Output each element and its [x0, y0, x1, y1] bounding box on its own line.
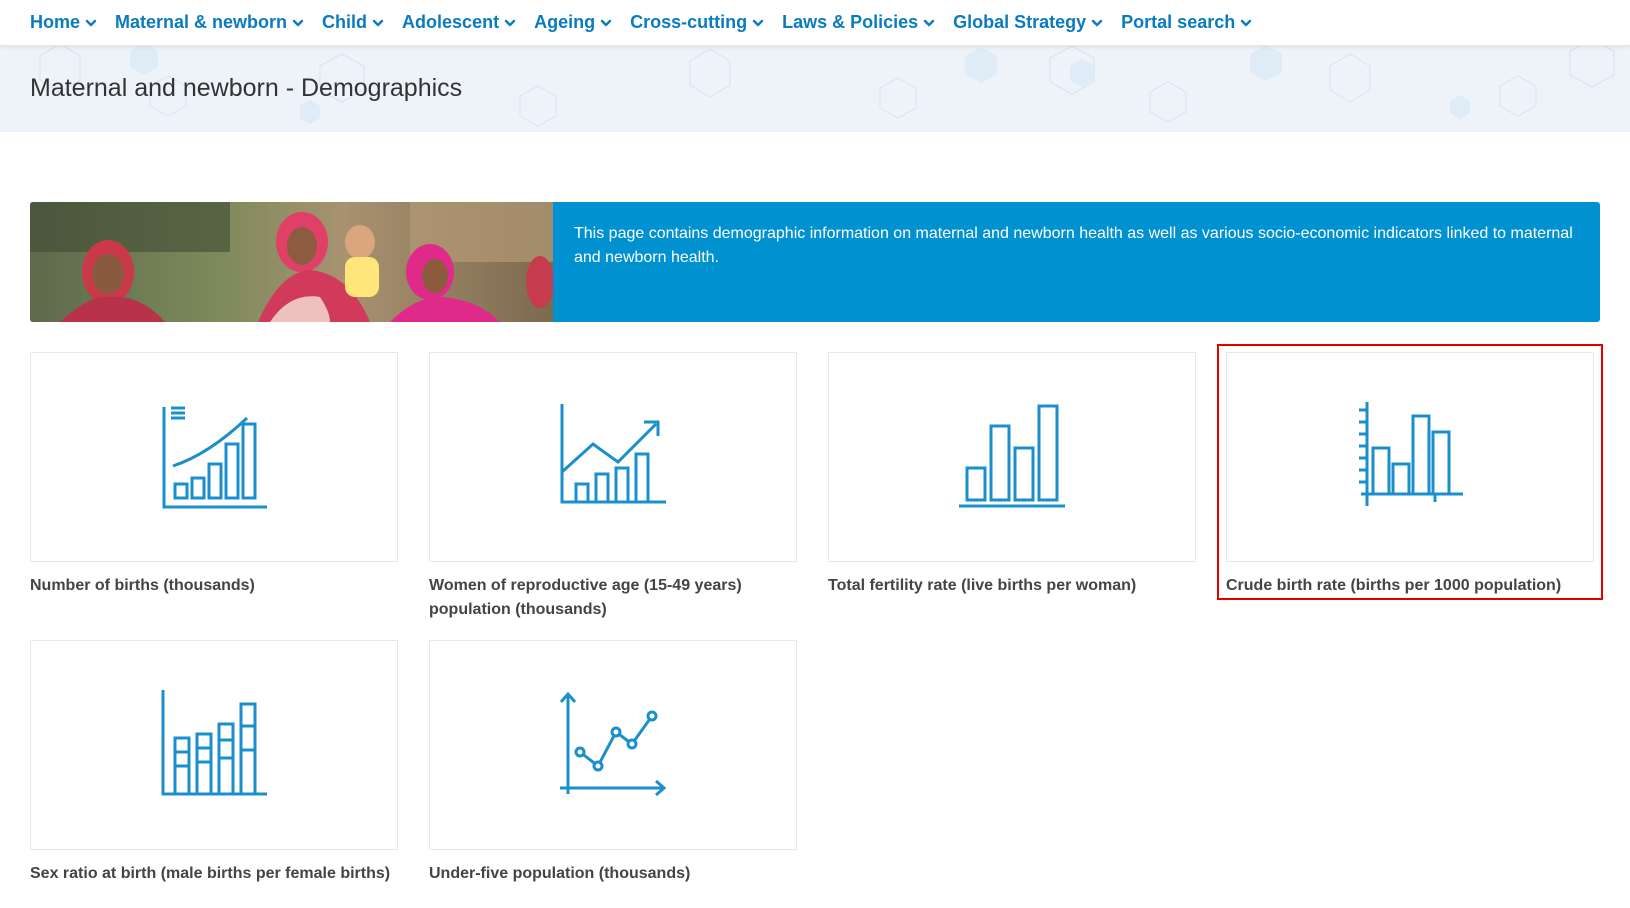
chevron-down-icon	[1091, 19, 1103, 26]
nav-label: Maternal & newborn	[115, 12, 288, 32]
nav-adolescent[interactable]: Adolescent	[402, 12, 516, 33]
chevron-down-icon	[372, 19, 384, 26]
card-icon-box[interactable]	[429, 352, 797, 562]
nav-label: Cross-cutting	[630, 12, 748, 32]
chevron-down-icon	[85, 19, 97, 26]
nav-maternal-newborn[interactable]: Maternal & newborn	[115, 12, 304, 33]
bar-chart-icon	[959, 404, 1065, 508]
stacked-bar-chart-icon	[161, 690, 267, 796]
card-icon-box[interactable]	[30, 640, 398, 850]
nav-label: Adolescent	[402, 12, 500, 32]
nav-child[interactable]: Child	[322, 12, 384, 33]
card-label[interactable]: Number of births (thousands)	[30, 574, 398, 598]
nav-label: Laws & Policies	[782, 12, 919, 32]
top-navigation: Home Maternal & newborn Child Adolescent…	[0, 0, 1630, 46]
card-icon-box[interactable]	[828, 352, 1196, 562]
card-icon-box[interactable]	[1226, 352, 1594, 562]
nav-label: Child	[322, 12, 368, 32]
nav-label: Ageing	[534, 12, 596, 32]
card-label[interactable]: Total fertility rate (live births per wo…	[828, 574, 1196, 598]
nav-portal-search[interactable]: Portal search	[1121, 12, 1252, 33]
card-label[interactable]: Sex ratio at birth (male births per fema…	[30, 862, 398, 886]
chevron-down-icon	[600, 19, 612, 26]
card-label[interactable]: Women of reproductive age (15-49 years) …	[429, 574, 797, 622]
nav-ageing[interactable]: Ageing	[534, 12, 612, 33]
card-label[interactable]: Crude birth rate (births per 1000 popula…	[1226, 574, 1594, 598]
nav-cross-cutting[interactable]: Cross-cutting	[630, 12, 764, 33]
line-chart-icon	[559, 691, 667, 797]
page-title: Maternal and newborn - Demographics	[30, 74, 463, 102]
nav-laws-policies[interactable]: Laws & Policies	[782, 12, 935, 33]
banner-photo	[30, 202, 553, 322]
card-sex-ratio-at-birth[interactable]: Sex ratio at birth (male births per fema…	[30, 640, 398, 886]
axis-bar-chart-icon	[1359, 402, 1463, 506]
nav-home[interactable]: Home	[30, 12, 97, 33]
chevron-down-icon	[292, 19, 304, 26]
card-crude-birth-rate[interactable]: Crude birth rate (births per 1000 popula…	[1226, 352, 1594, 598]
nav-label: Home	[30, 12, 81, 32]
nav-label: Global Strategy	[953, 12, 1087, 32]
card-number-of-births[interactable]: Number of births (thousands)	[30, 352, 398, 598]
card-under-five-population[interactable]: Under-five population (thousands)	[429, 640, 797, 886]
intro-banner: This page contains demographic informati…	[30, 202, 1600, 322]
card-women-reproductive-age[interactable]: Women of reproductive age (15-49 years) …	[429, 352, 797, 622]
chevron-down-icon	[504, 19, 516, 26]
trend-bar-chart-icon	[560, 404, 666, 504]
chevron-down-icon	[752, 19, 764, 26]
card-icon-box[interactable]	[30, 352, 398, 562]
card-total-fertility-rate[interactable]: Total fertility rate (live births per wo…	[828, 352, 1196, 598]
women-with-baby-photo	[30, 202, 553, 322]
nav-global-strategy[interactable]: Global Strategy	[953, 12, 1103, 33]
nav-label: Portal search	[1121, 12, 1236, 32]
banner-text: This page contains demographic informati…	[574, 225, 1573, 266]
page-header: Maternal and newborn - Demographics	[0, 46, 1630, 132]
growth-bar-chart-icon	[162, 406, 267, 509]
card-icon-box[interactable]	[429, 640, 797, 850]
chevron-down-icon	[923, 19, 935, 26]
card-label[interactable]: Under-five population (thousands)	[429, 862, 797, 886]
chevron-down-icon	[1241, 19, 1252, 26]
